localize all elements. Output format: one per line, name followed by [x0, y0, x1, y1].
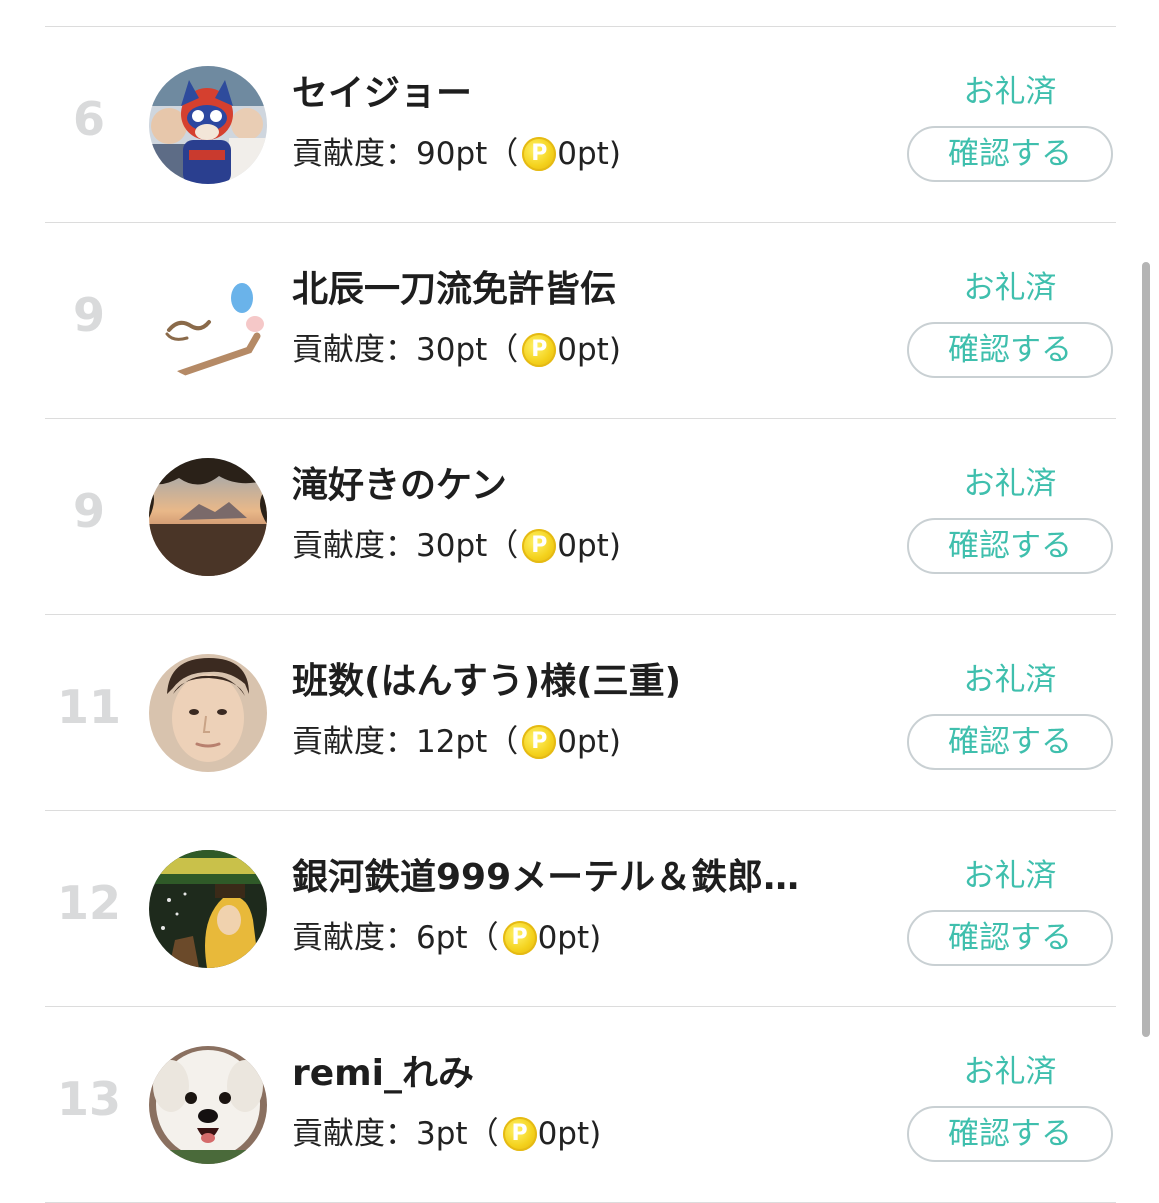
contribution-value: 12pt [416, 724, 488, 760]
coin-icon: P [502, 921, 537, 955]
contribution-label: 貢献度： [292, 136, 416, 172]
confirm-button[interactable]: 確認する [907, 518, 1113, 574]
list-item: 12 銀河鉄道999メーテル＆鉄郎… 貢献度： 6pt （P 0pt) お礼済 確認す… [45, 811, 1116, 1007]
rank-number: 12 [56, 876, 121, 930]
confirm-button[interactable]: 確認する [907, 714, 1113, 770]
avatar[interactable] [149, 458, 267, 576]
rank-number: 11 [56, 680, 121, 734]
open-paren: （ [487, 724, 519, 760]
confirm-button[interactable]: 確認する [907, 910, 1113, 966]
contribution-line: 貢献度： 12pt （P 0pt) [292, 721, 621, 763]
close-paren: ) [608, 136, 621, 172]
coin-icon: P [522, 529, 557, 563]
avatar[interactable] [149, 654, 267, 772]
user-name[interactable]: 銀河鉄道999メーテル＆鉄郎… [292, 855, 892, 901]
contribution-value: 90pt [416, 136, 488, 172]
close-paren: ) [589, 1116, 602, 1152]
scrollbar[interactable] [1142, 262, 1150, 1037]
rank-number: 13 [56, 1072, 121, 1126]
thanks-status: お礼済 [963, 858, 1057, 894]
rank-number: 6 [72, 92, 105, 146]
avatar[interactable] [149, 850, 267, 968]
user-name[interactable]: セイジョー [292, 71, 892, 117]
contribution-line: 貢献度： 30pt （P 0pt) [292, 525, 621, 567]
avatar[interactable] [149, 1046, 267, 1164]
open-paren: （ [487, 332, 519, 368]
close-paren: ) [608, 724, 621, 760]
open-paren: （ [467, 920, 499, 956]
contribution-label: 貢献度： [292, 1116, 416, 1152]
avatar[interactable] [149, 262, 267, 380]
thanks-status: お礼済 [963, 662, 1057, 698]
rank-number: 9 [72, 484, 105, 538]
list-item: 11 班数(はんすう)様(三重) 貢献度： 12pt （P 0pt) お礼済 確認する [45, 615, 1116, 811]
coin-points: 0pt [537, 920, 590, 956]
contribution-label: 貢献度： [292, 332, 416, 368]
user-name[interactable]: remi_れみ [292, 1051, 892, 1097]
user-name[interactable]: 滝好きのケン [292, 463, 892, 509]
list-item: 6 セイジョー 貢献度： 90pt （P 0pt) お礼済 確認する [45, 27, 1116, 223]
list-item: 13 remi_れみ 貢献度： 3pt （P 0pt) お礼済 確認する [45, 1007, 1116, 1203]
coin-icon: P [522, 725, 557, 759]
thanks-status: お礼済 [963, 1054, 1057, 1090]
list-item: 9 滝好きのケン 貢献度： 30pt （ P 0pt) お礼済 確認する [45, 419, 1116, 615]
list-item: 9 北辰一刀流免許皆伝 貢献度： 30pt （P 0pt) お礼済 確認する [45, 223, 1116, 419]
contribution-line: 貢献度： 6pt （P 0pt) [292, 917, 601, 959]
coin-points: 0pt [537, 1116, 590, 1152]
avatar[interactable] [149, 66, 267, 184]
contribution-line: 貢献度： 90pt （P 0pt) [292, 133, 621, 175]
confirm-button[interactable]: 確認する [907, 126, 1113, 182]
coin-points: 0pt [557, 528, 609, 564]
contribution-value: 3pt [416, 1116, 468, 1152]
contribution-value: 30pt [416, 528, 488, 564]
thanks-status: お礼済 [963, 270, 1057, 306]
coin-icon: P [522, 137, 557, 171]
confirm-button[interactable]: 確認する [907, 1106, 1113, 1162]
coin-icon: P [522, 333, 557, 367]
contribution-label: 貢献度： [292, 724, 416, 760]
close-paren: ) [608, 332, 621, 368]
contribution-label: 貢献度： [292, 528, 416, 564]
open-paren: （ [467, 1116, 499, 1152]
ranking-list: 6 セイジョー 貢献度： 90pt （P 0pt) お礼済 確認する 9 北辰一… [45, 26, 1116, 1203]
coin-points: 0pt [557, 332, 609, 368]
contribution-value: 6pt [416, 920, 468, 956]
thanks-status: お礼済 [963, 466, 1057, 502]
confirm-button[interactable]: 確認する [907, 322, 1113, 378]
contribution-line: 貢献度： 3pt （P 0pt) [292, 1113, 601, 1155]
open-paren: （ [487, 136, 519, 172]
coin-points: 0pt [557, 136, 609, 172]
contribution-value: 30pt [416, 332, 488, 368]
contribution-label: 貢献度： [292, 920, 416, 956]
coin-points: 0pt [557, 724, 609, 760]
open-paren: （ [487, 528, 519, 564]
user-name[interactable]: 北辰一刀流免許皆伝 [292, 267, 892, 313]
user-name[interactable]: 班数(はんすう)様(三重) [292, 659, 892, 705]
rank-number: 9 [72, 288, 105, 342]
thanks-status: お礼済 [963, 74, 1057, 110]
coin-icon: P [502, 1117, 537, 1151]
close-paren: ) [608, 528, 621, 564]
contribution-line: 貢献度： 30pt （P 0pt) [292, 329, 621, 371]
close-paren: ) [589, 920, 602, 956]
